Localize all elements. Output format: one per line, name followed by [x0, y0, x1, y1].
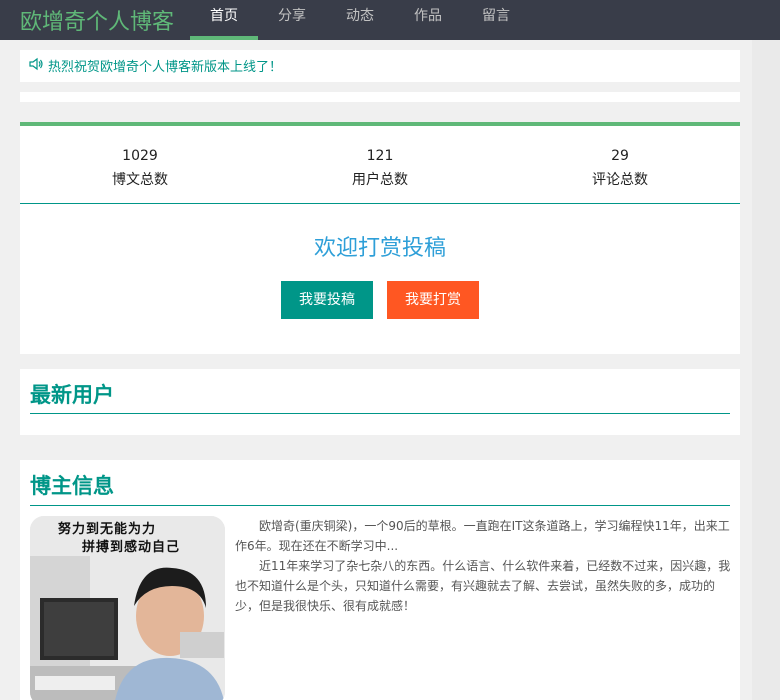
donate-button[interactable]: 我要打赏 [387, 281, 479, 319]
stat-users-label: 用户总数 [352, 172, 408, 188]
latest-users-card: 最新用户 [20, 369, 740, 435]
stat-comments: 29 评论总数 [500, 146, 740, 190]
stat-posts-label: 博文总数 [112, 172, 168, 188]
spacer-card [20, 92, 740, 102]
speaker-icon [29, 57, 43, 71]
site-logo[interactable]: 欧增奇个人博客 [20, 4, 174, 36]
notice-text[interactable]: 热烈祝贺欧增奇个人博客新版本上线了！ [48, 56, 282, 75]
stat-posts: 1029 博文总数 [20, 146, 260, 190]
logo-text: 欧增奇个人博客 [20, 10, 175, 35]
nav-works[interactable]: 作品 [394, 0, 462, 40]
blogger-bio: 欧增奇(重庆铜梁)，一个90后的草根。一直跑在IT这条道路上，学习编程快11年，… [235, 516, 731, 616]
notice-bar: 热烈祝贺欧增奇个人博客新版本上线了！ [20, 50, 740, 82]
latest-users-title: 最新用户 [30, 383, 114, 407]
bio-paragraph-1: 欧增奇(重庆铜梁)，一个90后的草根。一直跑在IT这条道路上，学习编程快11年，… [235, 519, 730, 553]
nav-news[interactable]: 动态 [326, 0, 394, 40]
nav-home-label: 首页 [210, 8, 238, 24]
nav-news-label: 动态 [346, 8, 374, 24]
bio-paragraph-2: 近11年来学习了杂七杂八的东西。什么语言、什么软件来着，已经数不过来，因兴趣，我… [235, 559, 731, 613]
divider [20, 203, 740, 204]
submit-article-button[interactable]: 我要投稿 [281, 281, 373, 319]
main-nav: 首页 分享 动态 作品 留言 [190, 0, 530, 40]
latest-users-divider [30, 413, 730, 414]
welcome-heading: 欢迎打赏投稿 [313, 236, 446, 261]
stat-comments-value: 29 [611, 148, 629, 164]
blogger-avatar: 努力到无能为力 拼搏到感动自己 [30, 516, 225, 700]
blogger-info-card: 博主信息 努力到无能为力 拼搏到感动自己 欧增奇(重庆铜梁)，一个90后的草根。… [20, 460, 740, 700]
stats-card: 1029 博文总数 121 用户总数 29 评论总数 欢迎打赏投稿 我要投稿 我… [20, 122, 740, 354]
right-gutter [752, 40, 780, 700]
nav-messages-label: 留言 [482, 8, 510, 24]
nav-share[interactable]: 分享 [258, 0, 326, 40]
nav-home[interactable]: 首页 [190, 0, 258, 40]
nav-works-label: 作品 [414, 8, 442, 24]
avatar-motto-line2: 拼搏到感动自己 [82, 540, 181, 555]
top-navbar: 欧增奇个人博客 首页 分享 动态 作品 留言 [0, 0, 780, 40]
stat-comments-label: 评论总数 [592, 172, 648, 188]
avatar-motto-line1: 努力到无能为力 [58, 522, 157, 537]
nav-share-label: 分享 [278, 8, 306, 24]
nav-messages[interactable]: 留言 [462, 0, 530, 40]
stat-posts-value: 1029 [122, 148, 158, 164]
stat-users: 121 用户总数 [260, 146, 500, 190]
blogger-info-title: 博主信息 [30, 474, 114, 498]
stat-users-value: 121 [366, 148, 394, 164]
blogger-info-divider [30, 505, 730, 506]
